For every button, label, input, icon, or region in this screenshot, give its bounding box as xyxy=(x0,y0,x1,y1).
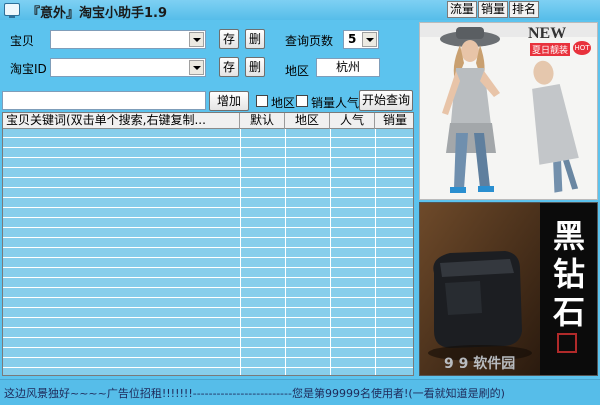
pages-value: 5 xyxy=(348,32,357,46)
table-row[interactable] xyxy=(3,169,413,178)
chevron-down-icon[interactable] xyxy=(189,60,204,75)
table-row[interactable] xyxy=(3,139,413,148)
window-title: 『意外』淘宝小助手1.9 xyxy=(27,6,168,21)
result-table[interactable]: 宝贝关键词(双击单个搜索,右键复制... 默认 地区 人气 销量 xyxy=(2,112,414,376)
tab-traffic[interactable]: 流量 xyxy=(447,1,477,18)
keyword-input[interactable] xyxy=(2,91,206,110)
table-row[interactable] xyxy=(3,219,413,228)
col-default[interactable]: 默认 xyxy=(240,113,285,129)
table-row[interactable] xyxy=(3,279,413,288)
col-region[interactable]: 地区 xyxy=(285,113,330,129)
table-row[interactable] xyxy=(3,309,413,318)
table-row[interactable] xyxy=(3,159,413,168)
grid-line xyxy=(285,129,286,375)
table-row[interactable] xyxy=(3,179,413,188)
save-baobei-button[interactable]: 存 xyxy=(219,29,239,49)
col-popularity[interactable]: 人气 xyxy=(330,113,375,129)
delete-id-button[interactable]: 删 xyxy=(245,57,265,77)
table-row[interactable] xyxy=(3,369,413,375)
app-monitor-icon xyxy=(4,3,20,18)
table-row[interactable] xyxy=(3,209,413,218)
col-sales[interactable]: 销量 xyxy=(375,113,413,129)
black-diamond-title: 黑钻石 xyxy=(553,218,586,330)
table-row[interactable] xyxy=(3,349,413,358)
table-row[interactable] xyxy=(3,359,413,368)
region-label: 地区 xyxy=(285,64,310,78)
table-row[interactable] xyxy=(3,249,413,258)
add-button[interactable]: 增加 xyxy=(209,91,249,111)
table-row[interactable] xyxy=(3,149,413,158)
title-bar: 『意外』淘宝小助手1.9 流量 销量 排名 xyxy=(0,0,600,21)
delete-baobei-button[interactable]: 删 xyxy=(245,29,265,49)
pages-select[interactable]: 5 xyxy=(343,30,379,49)
grid-line xyxy=(240,129,241,375)
table-row[interactable] xyxy=(3,269,413,278)
baobei-combo[interactable] xyxy=(50,30,206,49)
table-row[interactable] xyxy=(3,289,413,298)
tab-ranking[interactable]: 排名 xyxy=(509,1,539,18)
table-row[interactable] xyxy=(3,229,413,238)
grid-line xyxy=(330,129,331,375)
watermark-text: 9 9 软件园 xyxy=(444,356,516,372)
status-text: 这边风景独好~~~~广告位招租!!!!!!!------------------… xyxy=(4,387,505,400)
taobao-id-combo[interactable] xyxy=(50,58,206,77)
grid-line xyxy=(375,129,376,375)
chevron-down-icon[interactable] xyxy=(362,32,377,47)
fashion-ad-banner[interactable]: NEW 夏日靓装 HOT xyxy=(419,22,598,200)
sales-checkbox-label: 销量人气 xyxy=(311,96,360,110)
region-checkbox[interactable] xyxy=(256,95,268,107)
baobei-label: 宝贝 xyxy=(10,34,35,48)
table-row[interactable] xyxy=(3,129,413,138)
fashion-model-image xyxy=(420,23,597,199)
chevron-down-icon[interactable] xyxy=(189,32,204,47)
ad-new-text: NEW xyxy=(528,25,567,42)
save-id-button[interactable]: 存 xyxy=(219,57,239,77)
table-row[interactable] xyxy=(3,329,413,338)
table-row[interactable] xyxy=(3,259,413,268)
table-row[interactable] xyxy=(3,239,413,248)
table-row[interactable] xyxy=(3,339,413,348)
table-row[interactable] xyxy=(3,299,413,308)
pages-label: 查询页数 xyxy=(285,34,334,48)
table-row[interactable] xyxy=(3,199,413,208)
table-header: 宝贝关键词(双击单个搜索,右键复制... 默认 地区 人气 销量 xyxy=(3,113,413,129)
col-keyword[interactable]: 宝贝关键词(双击单个搜索,右键复制... xyxy=(3,113,240,129)
ad-sub-text: 夏日靓装 xyxy=(530,43,571,56)
start-search-button[interactable]: 开始查询 xyxy=(359,90,413,111)
black-diamond-ad[interactable]: 黑钻石 9 9 软件园 xyxy=(419,202,598,376)
status-bar: 这边风景独好~~~~广告位招租!!!!!!!------------------… xyxy=(0,379,600,405)
sales-checkbox[interactable] xyxy=(296,95,308,107)
region-input[interactable]: 杭州 xyxy=(316,58,380,77)
table-row[interactable] xyxy=(3,189,413,198)
tab-sales[interactable]: 销量 xyxy=(478,1,508,18)
region-checkbox-label: 地区 xyxy=(271,96,296,110)
table-row[interactable] xyxy=(3,319,413,328)
taobao-id-label: 淘宝ID xyxy=(10,62,47,76)
hot-badge: HOT xyxy=(573,41,591,55)
red-seal-icon xyxy=(557,333,577,353)
